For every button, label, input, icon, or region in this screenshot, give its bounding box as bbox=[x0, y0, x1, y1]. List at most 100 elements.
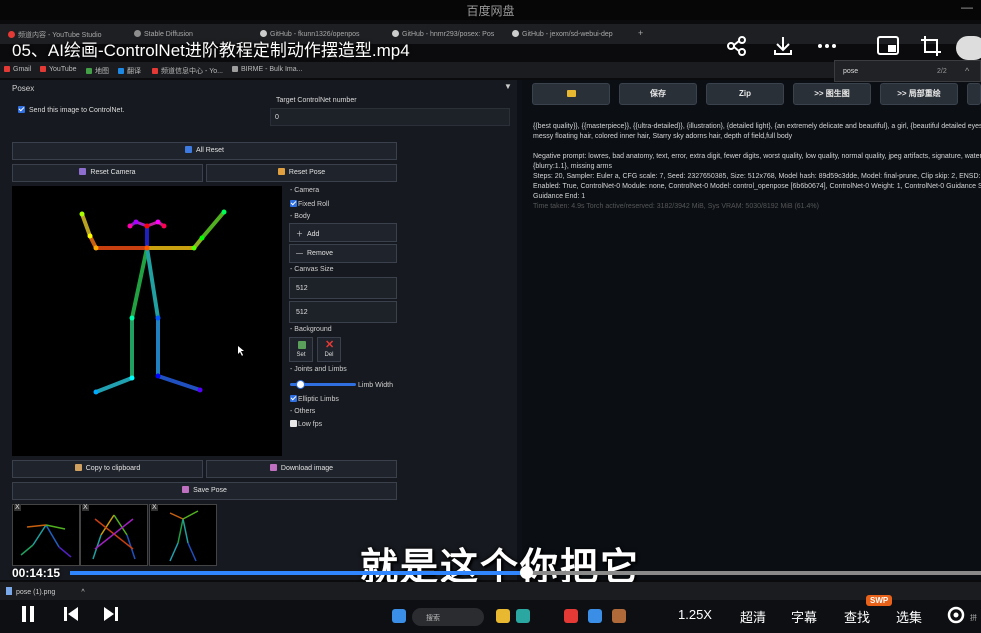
file-explorer-icon[interactable] bbox=[496, 609, 510, 623]
share-icon[interactable] bbox=[726, 35, 748, 63]
bookmark-birme[interactable]: BIRME - Bulk Ima... bbox=[232, 66, 302, 73]
send-to-controlnet-checkbox[interactable]: Send this image to ControlNet. bbox=[18, 106, 124, 114]
camera-section-label: - Camera bbox=[290, 187, 320, 194]
all-reset-button[interactable]: All Reset bbox=[12, 142, 397, 160]
joint-l-ankle[interactable] bbox=[197, 387, 203, 393]
save-button[interactable]: 保存 bbox=[619, 83, 697, 105]
playback-speed-button[interactable]: 1.25X bbox=[678, 607, 712, 622]
save-pose-button[interactable]: Save Pose bbox=[12, 482, 397, 500]
joint-r-knee[interactable] bbox=[129, 375, 135, 381]
downloads-bar: pose (1).png ^ bbox=[0, 582, 981, 600]
search-button[interactable]: 查找 bbox=[844, 607, 870, 626]
bookmark-translate[interactable]: 翻译 bbox=[118, 66, 141, 76]
saved-pose-thumbnail[interactable]: X bbox=[149, 504, 217, 566]
save-icon bbox=[182, 486, 190, 493]
more-options-icon[interactable] bbox=[816, 35, 838, 63]
joint-l-wrist[interactable] bbox=[221, 209, 227, 215]
translate-icon bbox=[118, 68, 124, 74]
joint-r-hip[interactable] bbox=[129, 315, 135, 321]
bookmark-channel-dashboard[interactable]: 频道信息中心 - Yo... bbox=[152, 66, 223, 76]
pose-canvas[interactable] bbox=[12, 186, 282, 456]
chevron-up-icon[interactable]: ^ bbox=[81, 589, 84, 596]
avatar[interactable] bbox=[956, 36, 981, 60]
reset-camera-button[interactable]: Reset Camera bbox=[12, 164, 203, 182]
download-item[interactable]: pose (1).png ^ bbox=[6, 587, 85, 596]
pose-thumbnail-image bbox=[20, 524, 72, 558]
find-input[interactable]: pose bbox=[843, 68, 858, 75]
quality-button[interactable]: 超清 bbox=[740, 607, 766, 626]
joint-l-knee[interactable] bbox=[155, 373, 161, 379]
joint-l-elbow[interactable] bbox=[199, 235, 205, 241]
copy-to-clipboard-button[interactable]: Copy to clipboard bbox=[12, 460, 203, 478]
joint-r-ear[interactable] bbox=[127, 223, 133, 229]
generation-params-guidance: Guidance End: 1 bbox=[533, 193, 586, 200]
more-button[interactable] bbox=[967, 83, 981, 105]
saved-pose-thumbnail[interactable]: X bbox=[80, 504, 148, 566]
joint-nose[interactable] bbox=[144, 223, 150, 229]
pause-icon[interactable] bbox=[20, 604, 36, 630]
joint-r-shoulder[interactable] bbox=[93, 245, 99, 251]
settings-gear-icon[interactable] bbox=[946, 605, 966, 631]
app-icon[interactable] bbox=[612, 609, 626, 623]
image-icon bbox=[298, 341, 306, 349]
person-icon bbox=[277, 168, 285, 175]
joint-neck[interactable] bbox=[144, 245, 150, 251]
minimize-button[interactable]: — bbox=[961, 0, 973, 14]
fixed-roll-checkbox[interactable]: Fixed Roll bbox=[290, 200, 329, 208]
close-icon[interactable]: X bbox=[82, 504, 89, 511]
crop-icon[interactable] bbox=[920, 35, 942, 63]
chrome-icon[interactable] bbox=[564, 609, 578, 623]
joint-r-elbow[interactable] bbox=[87, 233, 93, 239]
edge-icon[interactable] bbox=[516, 609, 530, 623]
baidu-netdisk-icon[interactable] bbox=[588, 609, 602, 623]
target-controlnet-input[interactable]: 0 bbox=[270, 108, 510, 126]
subtitles-button[interactable]: 字幕 bbox=[791, 607, 817, 626]
delete-background-button[interactable]: ✕ Del bbox=[317, 337, 341, 362]
send-to-img2img-button[interactable]: >> 图生图 bbox=[793, 83, 871, 105]
limb-right-shin bbox=[95, 376, 133, 394]
progress-handle[interactable] bbox=[520, 566, 533, 579]
bookmark-youtube[interactable]: YouTube bbox=[40, 66, 77, 73]
previous-icon[interactable] bbox=[62, 604, 80, 630]
elliptic-limbs-checkbox[interactable]: Elliptic Limbs bbox=[290, 395, 339, 403]
add-body-button[interactable]: ＋ Add bbox=[289, 223, 397, 242]
episodes-button[interactable]: 选集 bbox=[896, 607, 922, 626]
joint-l-eye[interactable] bbox=[155, 219, 161, 225]
close-icon[interactable]: X bbox=[14, 504, 21, 511]
close-icon[interactable]: X bbox=[151, 504, 158, 511]
joint-l-shoulder[interactable] bbox=[191, 245, 197, 251]
open-folder-button[interactable] bbox=[532, 83, 610, 105]
mouse-cursor-icon bbox=[238, 346, 244, 356]
set-background-button[interactable]: Set bbox=[289, 337, 313, 362]
saved-pose-thumbnail[interactable]: X bbox=[12, 504, 80, 566]
bookmark-maps[interactable]: 地图 bbox=[86, 66, 109, 76]
joint-l-ear[interactable] bbox=[161, 223, 167, 229]
chevron-up-icon[interactable]: ^ bbox=[965, 66, 969, 76]
folder-icon bbox=[566, 90, 576, 97]
zip-button[interactable]: Zip bbox=[706, 83, 784, 105]
download-icon[interactable] bbox=[772, 35, 794, 63]
limb-width-slider-handle[interactable] bbox=[296, 380, 305, 389]
joint-r-ankle[interactable] bbox=[93, 389, 99, 395]
picture-in-picture-icon[interactable] bbox=[876, 35, 900, 63]
download-image-button[interactable]: Download image bbox=[206, 460, 397, 478]
taskbar-search[interactable]: 搜索 bbox=[412, 608, 484, 626]
tab-github-depth[interactable]: GitHub - jexom/sd-webui-dep bbox=[506, 26, 630, 44]
joints-section-label: - Joints and Limbs bbox=[290, 366, 347, 373]
remove-body-button[interactable]: — Remove bbox=[289, 244, 397, 263]
reset-pose-button[interactable]: Reset Pose bbox=[206, 164, 397, 182]
canvas-height-input[interactable]: 512 bbox=[289, 301, 397, 323]
joint-l-hip[interactable] bbox=[155, 315, 161, 321]
joint-r-eye[interactable] bbox=[133, 219, 139, 225]
next-icon[interactable] bbox=[102, 604, 120, 630]
windows-start-icon[interactable] bbox=[392, 609, 406, 623]
low-fps-checkbox[interactable]: Low fps bbox=[290, 420, 322, 428]
collapse-triangle-icon[interactable]: ▼ bbox=[504, 82, 512, 91]
limb-right-forearm bbox=[80, 213, 92, 237]
new-tab-button[interactable]: + bbox=[632, 26, 646, 44]
maps-icon bbox=[86, 68, 92, 74]
canvas-width-input[interactable]: 512 bbox=[289, 277, 397, 299]
joint-r-wrist[interactable] bbox=[79, 211, 85, 217]
bookmark-gmail[interactable]: Gmail bbox=[4, 66, 31, 73]
send-to-inpaint-button[interactable]: >> 局部重绘 bbox=[880, 83, 958, 105]
